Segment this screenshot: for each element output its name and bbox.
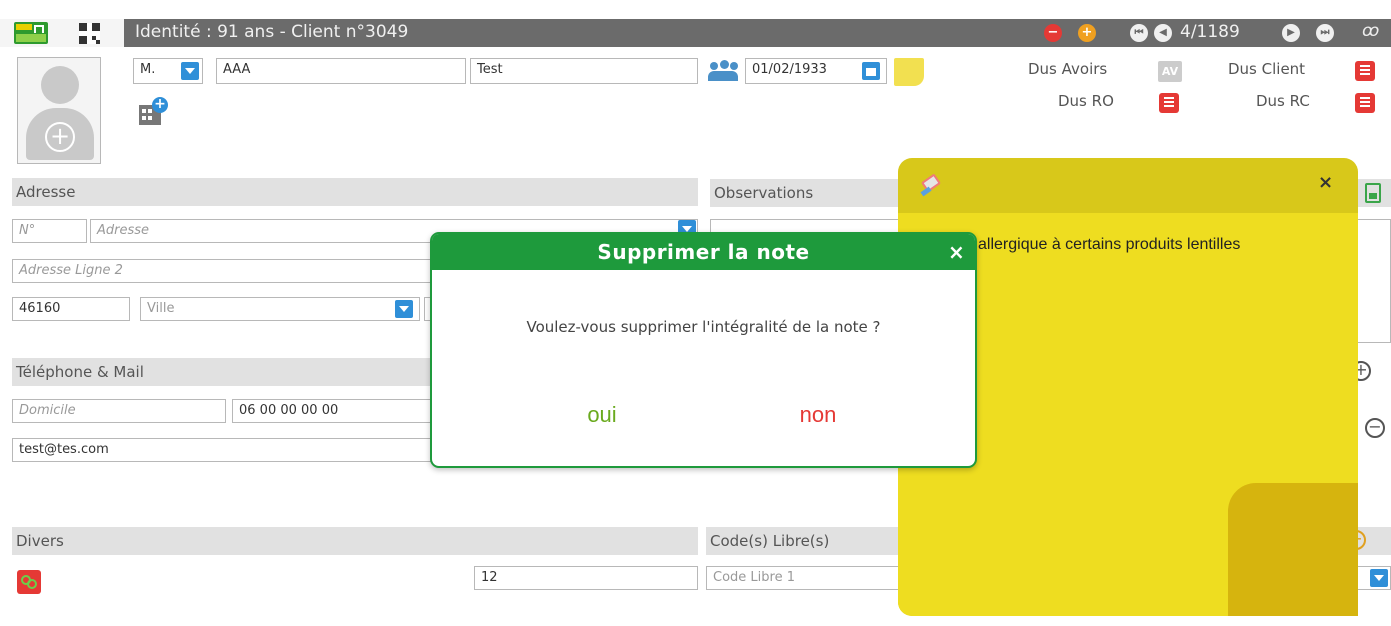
misc-section-header: Divers [12,527,698,555]
sticky-note-text[interactable]: allergique à certains produits lentilles [978,236,1240,254]
family-group-icon[interactable] [708,60,738,82]
dialog-yes-button[interactable]: oui [562,402,642,428]
last-record-icon[interactable]: ⏭ [1316,24,1334,42]
free-code-dropdown-button[interactable] [1370,569,1388,587]
avatar[interactable]: + [17,57,101,164]
civility-dropdown-button[interactable] [181,62,199,80]
city-dropdown-button[interactable] [395,300,413,318]
phone-type-input[interactable]: Domicile [12,399,226,423]
dues-rc-money-icon[interactable] [1355,93,1375,113]
dues-rc-label: Dus RC [1256,92,1310,110]
add-client-icon[interactable]: + [1078,24,1096,42]
delete-note-dialog: Supprimer la note × Voulez-vous supprime… [430,232,977,468]
dues-client-label: Dus Client [1228,60,1306,78]
dues-ro-money-icon[interactable] [1159,93,1179,113]
dialog-no-button[interactable]: non [778,402,858,428]
sticky-note-close-button[interactable]: × [1318,172,1333,193]
no-link-icon[interactable] [17,570,41,594]
next-record-icon[interactable]: ▶ [1282,24,1300,42]
link-icon[interactable]: ꝏ [1362,21,1379,41]
previous-record-icon[interactable]: ◀ [1154,24,1172,42]
add-photo-icon[interactable]: + [45,122,75,152]
first-name-input[interactable]: Test [470,58,698,84]
sticky-note-icon[interactable] [894,58,924,86]
dialog-message: Voulez-vous supprimer l'intégralité de l… [526,318,881,336]
page-title: Identité : 91 ans - Client n°3049 [135,22,409,42]
city-input[interactable]: Ville [140,297,420,321]
remove-phone-icon[interactable]: − [1365,418,1385,438]
last-name-input[interactable]: AAA [216,58,466,84]
qr-code-icon[interactable] [79,23,100,44]
export-document-icon[interactable] [1365,183,1381,203]
avoirs-badge[interactable]: AV [1158,61,1182,82]
dues-ro-label: Dus RO [1058,92,1114,110]
eraser-icon[interactable] [919,173,943,197]
pager-counter: 4/1189 [1180,22,1240,42]
dialog-close-button[interactable]: × [948,240,965,264]
street-number-input[interactable]: N° [12,219,87,243]
dialog-title: Supprimer la note [597,240,810,264]
calendar-icon[interactable] [862,62,880,80]
vitale-card-icon[interactable] [14,22,48,44]
postal-code-input[interactable]: 46160 [12,297,130,321]
add-company-icon[interactable]: + [139,97,169,127]
address-section-header: Adresse [12,178,698,206]
first-record-icon[interactable]: ⏮ [1130,24,1148,42]
remove-client-icon[interactable]: − [1044,24,1062,42]
dues-avoirs-label: Dus Avoirs [1028,60,1108,78]
dues-client-money-icon[interactable] [1355,61,1375,81]
misc-value-input[interactable]: 12 [474,566,698,590]
sticky-note-curl [1228,483,1358,616]
